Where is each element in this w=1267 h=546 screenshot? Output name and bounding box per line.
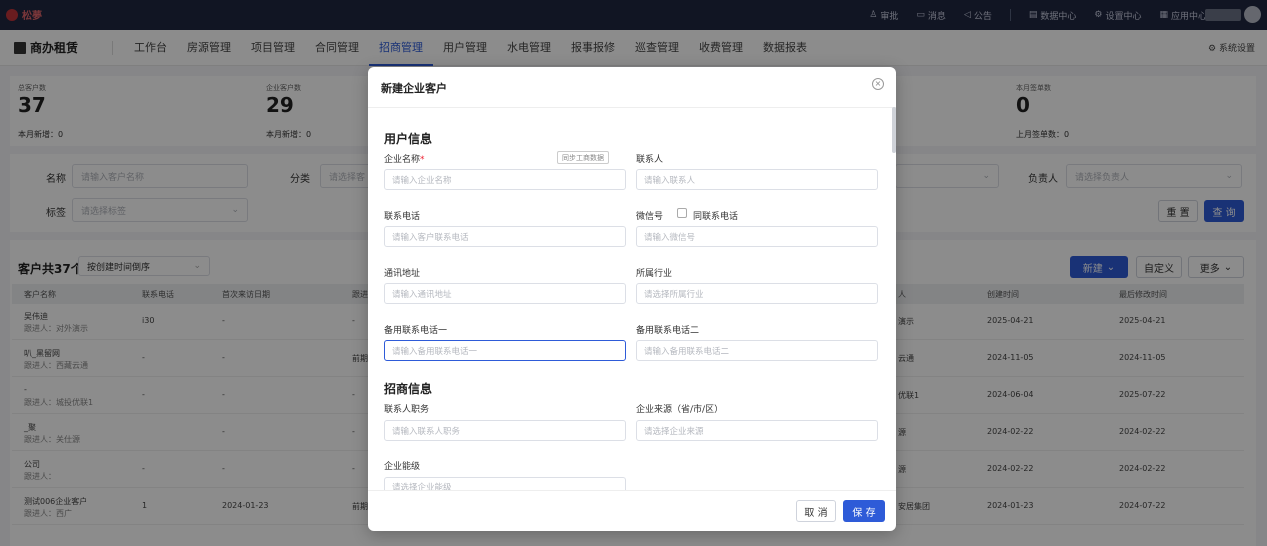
same-phone-label[interactable]: 同联系电话 [693, 209, 738, 222]
backup-phone-1-label: 备用联系电话一 [384, 326, 448, 336]
cancel-button[interactable]: 取 消 [796, 500, 836, 522]
divider [368, 107, 896, 108]
close-icon[interactable]: × [872, 78, 884, 90]
industry-label: 所属行业 [636, 269, 673, 279]
required-mark: * [420, 155, 425, 165]
same-phone-checkbox[interactable] [677, 208, 687, 218]
divider [368, 490, 896, 491]
position-input[interactable]: 请输入联系人职务 [384, 420, 626, 441]
level-select[interactable]: 请选择企业能级 [384, 477, 626, 490]
backup-phone-2-label: 备用联系电话二 [636, 326, 700, 336]
section-investment-info: 招商信息 [384, 382, 433, 396]
company-name-label-text: 企业名称 [384, 155, 421, 165]
dialog-title: 新建企业客户 [381, 82, 447, 95]
address-placeholder: 请输入通讯地址 [392, 289, 452, 300]
company-name-input[interactable]: 请输入企业名称 [384, 169, 626, 190]
phone-input[interactable]: 请输入客户联系电话 [384, 226, 626, 247]
sync-business-data-button[interactable]: 同步工商数据 [557, 151, 609, 164]
address-input[interactable]: 请输入通讯地址 [384, 283, 626, 304]
company-name-label: 企业名称* [384, 152, 425, 165]
company-name-placeholder: 请输入企业名称 [392, 175, 452, 186]
contact-input[interactable]: 请输入联系人 [636, 169, 878, 190]
new-enterprise-customer-dialog: 新建企业客户 × 用户信息 企业名称* 同步工商数据 请输入企业名称 联系人 请… [368, 67, 896, 531]
scrollbar[interactable] [892, 107, 896, 153]
contact-label: 联系人 [636, 155, 664, 165]
level-label: 企业能级 [384, 462, 421, 472]
contact-placeholder: 请输入联系人 [644, 175, 696, 186]
industry-placeholder: 请选择所属行业 [644, 289, 704, 300]
position-placeholder: 请输入联系人职务 [392, 426, 461, 437]
save-button[interactable]: 保 存 [843, 500, 885, 522]
wechat-placeholder: 请输入微信号 [644, 232, 696, 243]
level-placeholder: 请选择企业能级 [392, 483, 452, 490]
backup-phone-2-placeholder: 请输入备用联系电话二 [644, 346, 730, 357]
source-select[interactable]: 请选择企业来源 [636, 420, 878, 441]
address-label: 通讯地址 [384, 269, 421, 279]
section-user-info: 用户信息 [384, 132, 433, 146]
source-placeholder: 请选择企业来源 [644, 426, 704, 437]
wechat-input[interactable]: 请输入微信号 [636, 226, 878, 247]
phone-placeholder: 请输入客户联系电话 [392, 232, 469, 243]
position-label: 联系人职务 [384, 405, 430, 415]
industry-select[interactable]: 请选择所属行业 [636, 283, 878, 304]
backup-phone-2-input[interactable]: 请输入备用联系电话二 [636, 340, 878, 361]
source-label: 企业来源（省/市/区） [636, 405, 724, 415]
phone-label: 联系电话 [384, 212, 421, 222]
wechat-label: 微信号 [636, 212, 664, 222]
backup-phone-1-input[interactable]: 请输入备用联系电话一 [384, 340, 626, 361]
backup-phone-1-placeholder: 请输入备用联系电话一 [392, 346, 478, 357]
